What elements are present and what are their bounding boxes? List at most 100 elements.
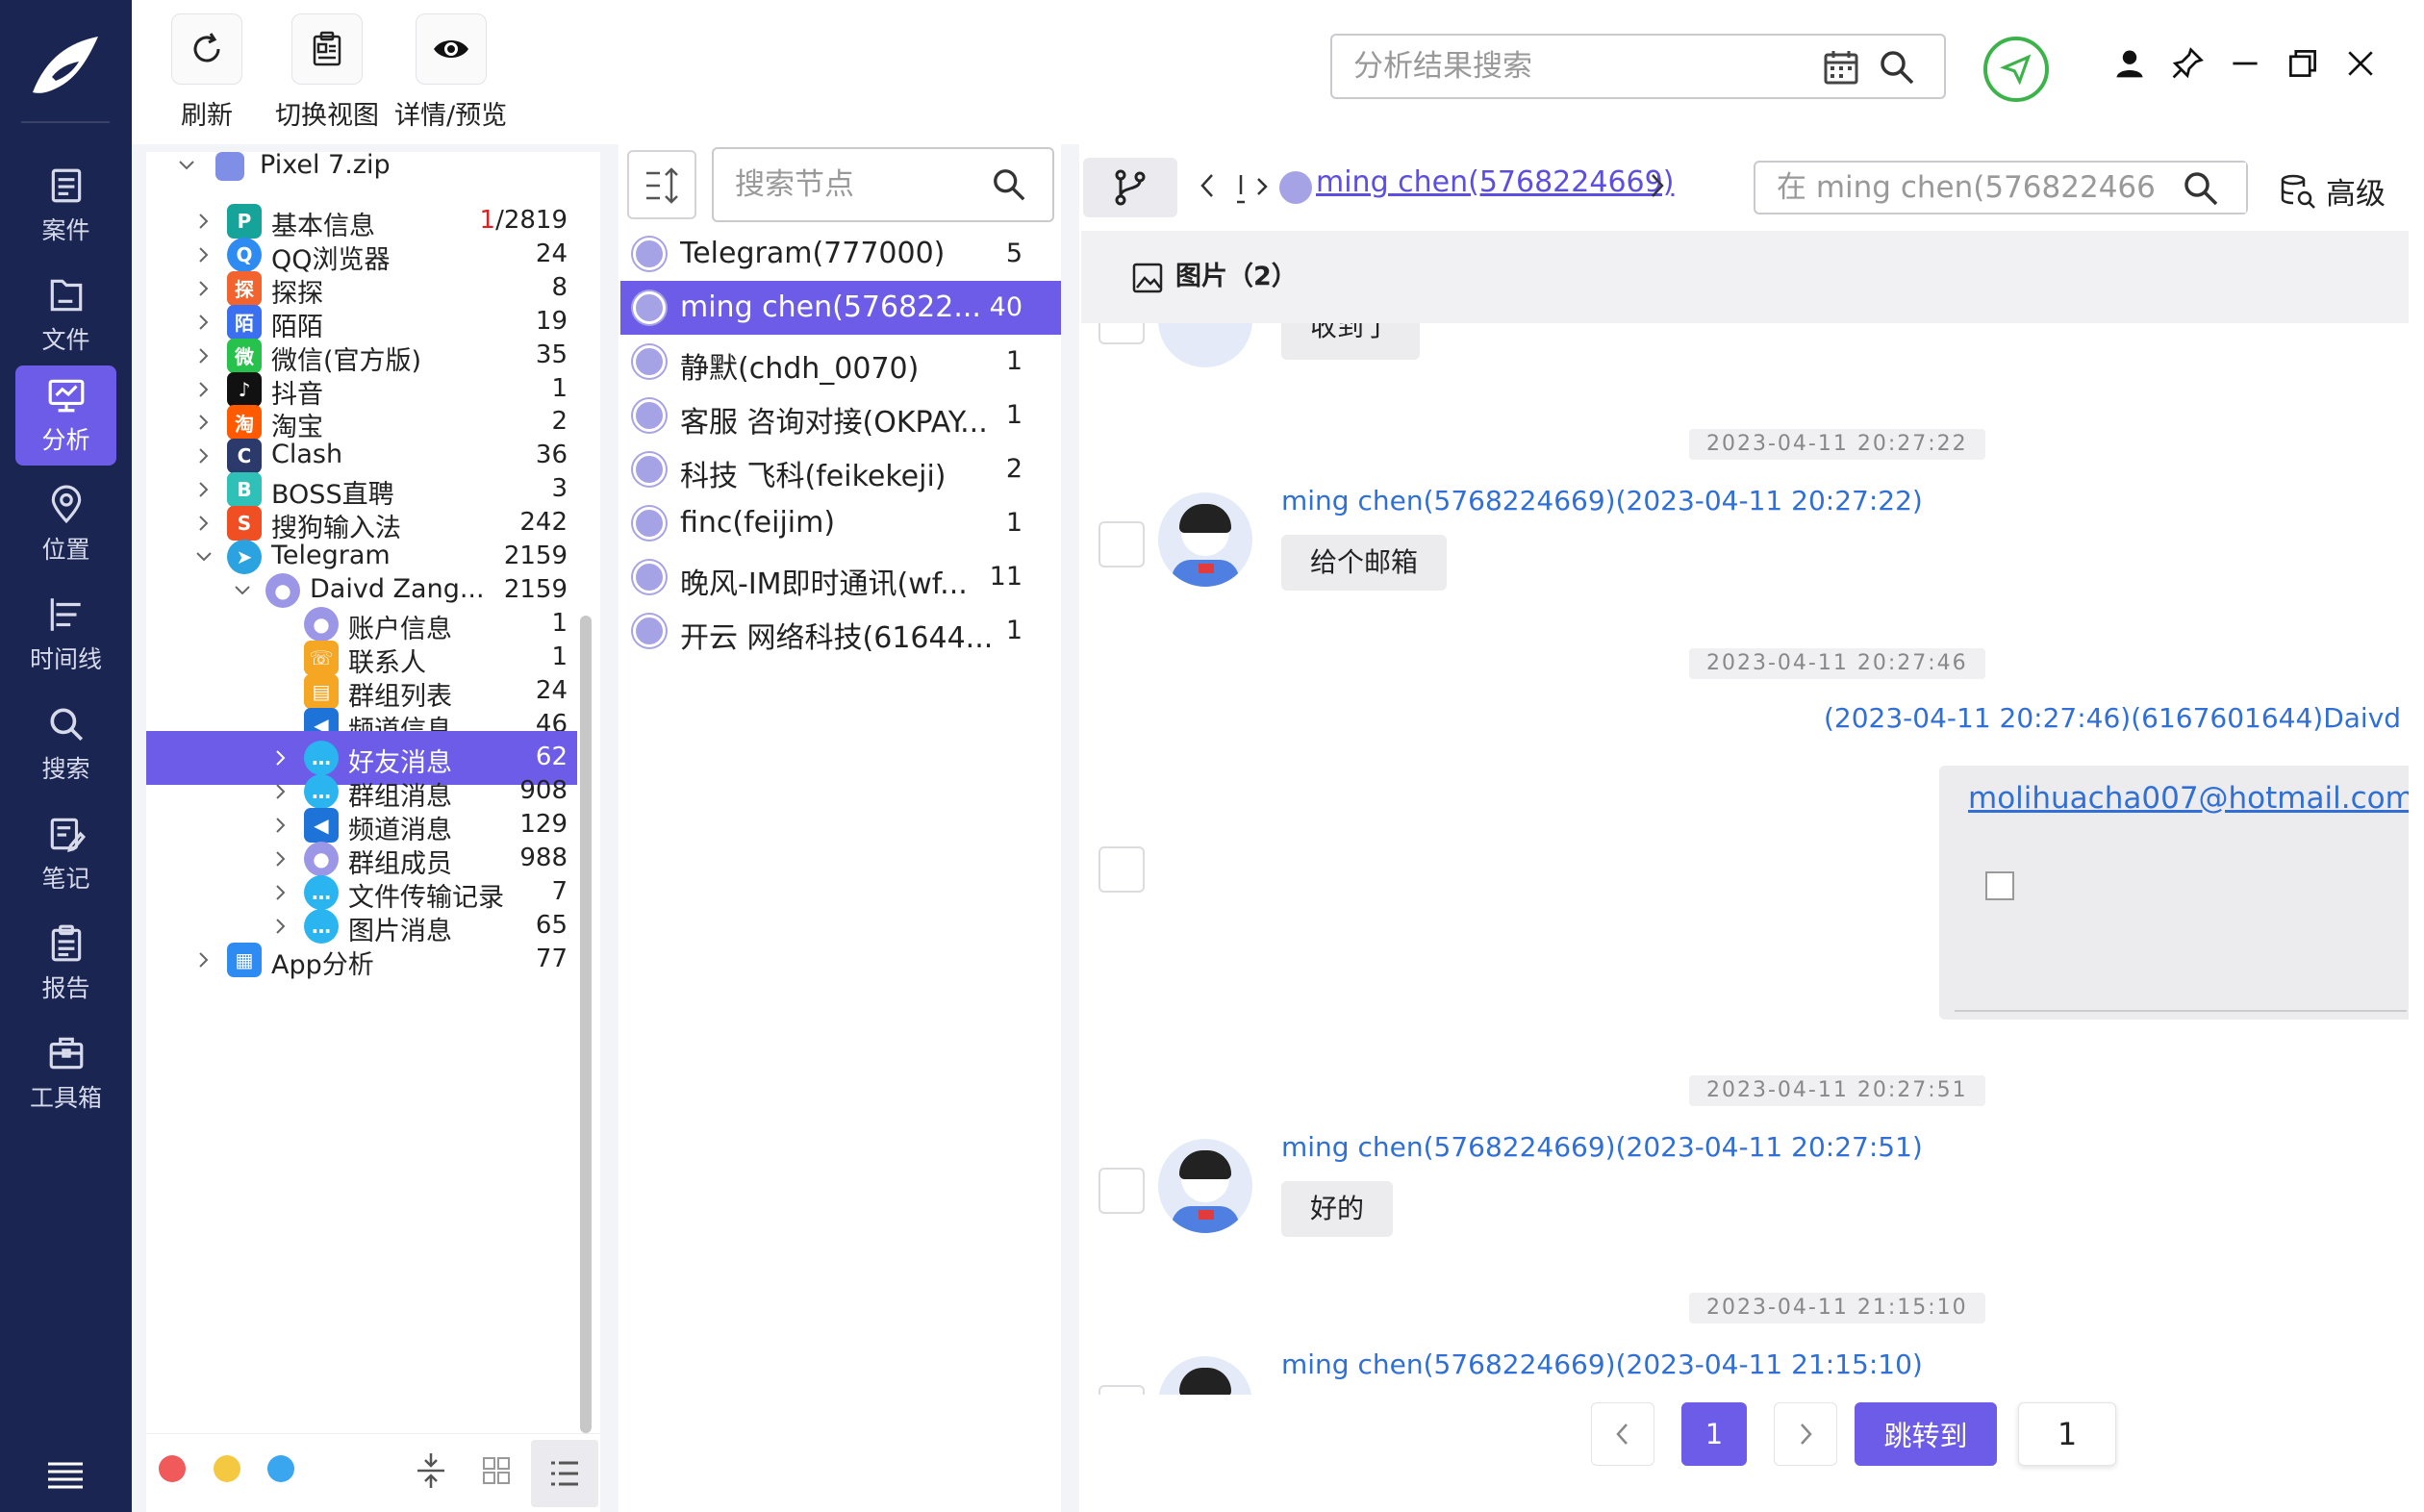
message-sender: ming chen(5768224669)(2023-04-11 20:27:5… <box>1281 1131 1923 1163</box>
yellow-filter-dot[interactable] <box>214 1455 240 1482</box>
report-icon <box>51 924 81 962</box>
jump-page-input[interactable]: 1 <box>2018 1402 2116 1466</box>
refresh-button[interactable]: 刷新 <box>171 13 242 132</box>
contact-avatar-icon <box>633 615 666 647</box>
contact-name: 开云 网络科技(61644... <box>680 621 994 655</box>
contact-avatar-icon <box>1279 171 1312 204</box>
sort-icon <box>646 167 678 204</box>
contact-item[interactable]: finc(feijim) 1 <box>620 496 1061 550</box>
tree-item-label: App分析 <box>271 949 374 980</box>
shield-status-icon[interactable] <box>1983 37 2049 102</box>
contact-item[interactable]: 客服 咨询对接(OKPAY... 1 <box>620 389 1061 442</box>
message-checkbox[interactable] <box>1098 846 1145 893</box>
search-icon[interactable] <box>2182 169 2220 208</box>
pictures-tab-label: 图片（2） <box>1175 262 1298 291</box>
contact-name: 晚风-IM即时通讯(wf... <box>680 567 968 601</box>
toolbox-icon <box>49 1037 83 1070</box>
contact-message-count: 11 <box>989 562 1023 592</box>
contact-name: ming chen(576822... <box>680 290 981 324</box>
contact-name: finc(feijim) <box>680 506 836 540</box>
pictures-tab[interactable]: 图片（2） <box>1081 231 2409 323</box>
contact-avatar-icon <box>633 561 666 593</box>
avatar <box>1158 323 1252 367</box>
chevron-down-icon <box>179 161 194 170</box>
grid-view-icon[interactable] <box>481 1455 512 1486</box>
nav-item-timeline[interactable]: 时间线 <box>15 585 116 685</box>
message-checkbox[interactable] <box>1098 521 1145 567</box>
message-checkbox[interactable] <box>1098 323 1145 344</box>
blue-filter-dot[interactable] <box>267 1455 294 1482</box>
sort-button[interactable] <box>627 150 696 219</box>
contact-avatar-icon <box>633 399 666 432</box>
message-list: 收到了 2023-04-11 20:27:22 ming chen(576822… <box>1081 323 2409 1395</box>
tree-root[interactable]: Pixel 7.zip <box>146 139 577 192</box>
contact-name: 客服 咨询对接(OKPAY... <box>680 406 988 440</box>
jump-to-button[interactable]: 跳转到 <box>1855 1402 1997 1466</box>
message-sender: ming chen(5768224669)(2023-04-11 21:15:1… <box>1281 1348 1923 1380</box>
contact-item[interactable]: 静默(chdh_0070) 1 <box>620 335 1061 389</box>
collapse-icon[interactable] <box>414 1451 448 1490</box>
nav-item-note[interactable]: 笔记 <box>15 804 116 904</box>
nav-label: 工具箱 <box>29 1084 102 1112</box>
node-search-input[interactable]: 搜索节点 <box>712 147 1054 222</box>
pin-icon[interactable] <box>2170 46 2205 81</box>
timeline-icon <box>50 598 81 631</box>
prev-page-button[interactable] <box>1591 1402 1654 1466</box>
message-text: 给个邮箱 <box>1310 546 1419 578</box>
nav-item-file[interactable]: 文件 <box>15 265 116 365</box>
contact-item[interactable]: 开云 网络科技(61644... 1 <box>620 604 1061 658</box>
nav-item-toolbox[interactable]: 工具箱 <box>15 1023 116 1123</box>
nav-item-case[interactable]: 案件 <box>15 156 116 256</box>
close-icon[interactable] <box>2343 46 2378 81</box>
message-checkbox[interactable] <box>1098 1168 1145 1214</box>
tree-footer <box>146 1433 600 1512</box>
message-checkbox[interactable] <box>1098 1385 1145 1395</box>
contact-item[interactable]: 晚风-IM即时通讯(wf... 11 <box>620 550 1061 604</box>
email-link[interactable]: molihuacha007@hotmail.com <box>1968 781 2409 816</box>
breadcrumb-contact-link[interactable]: ming chen(5768224669) <box>1316 165 1674 199</box>
nav-label: 时间线 <box>29 645 102 673</box>
chevron-right-icon[interactable] <box>1647 171 1668 200</box>
tree-scrollbar[interactable] <box>580 616 592 1433</box>
contact-name: 科技 飞科(feikekeji) <box>680 460 947 493</box>
timestamp-divider: 2023-04-11 20:27:51 <box>1689 1075 1985 1106</box>
details-preview-label: 详情/预览 <box>394 101 508 131</box>
contact-message-count: 1 <box>1005 616 1023 645</box>
contact-item[interactable]: Telegram(777000) 5 <box>620 227 1061 281</box>
user-icon[interactable] <box>2112 46 2147 81</box>
nav-item-search[interactable]: 搜索 <box>15 694 116 794</box>
app-grid-icon: ▦ <box>227 942 262 977</box>
restore-icon[interactable] <box>2285 46 2320 81</box>
nav-item-report[interactable]: 报告 <box>15 914 116 1014</box>
list-view-icon <box>551 1461 578 1486</box>
tree-root-label: Pixel 7.zip <box>260 150 391 180</box>
chevron-left-icon[interactable] <box>1197 171 1218 200</box>
contact-item[interactable]: 科技 飞科(feikekeji) 2 <box>620 442 1061 496</box>
analysis-icon <box>48 379 84 413</box>
search-icon[interactable] <box>1878 48 1916 87</box>
message-text: 好的 <box>1310 1193 1365 1224</box>
tree-item[interactable]: ▦ App分析 77 <box>146 933 577 987</box>
message-bubble: 好的 <box>1281 1181 1394 1237</box>
page-number-button[interactable]: 1 <box>1681 1402 1747 1466</box>
next-page-button[interactable] <box>1774 1402 1837 1466</box>
nav-item-analysis[interactable]: 分析 <box>15 365 116 466</box>
chevron-right-icon[interactable] <box>194 950 214 970</box>
contact-message-count: 2 <box>1005 454 1023 484</box>
menu-icon[interactable] <box>46 1460 85 1489</box>
switch-view-button[interactable]: 切换视图 <box>275 13 379 132</box>
contact-avatar-icon <box>633 507 666 540</box>
breadcrumb-separator-icon <box>1237 175 1268 204</box>
calendar-icon[interactable] <box>1822 48 1860 87</box>
branch-button[interactable] <box>1083 158 1177 217</box>
red-filter-dot[interactable] <box>159 1455 186 1482</box>
nav-item-location[interactable]: 位置 <box>15 475 116 575</box>
contact-item[interactable]: ming chen(576822... 40 <box>620 281 1061 335</box>
list-view-button[interactable] <box>531 1440 598 1507</box>
node-search-placeholder: 搜索节点 <box>735 167 854 202</box>
minimize-icon[interactable] <box>2228 46 2262 81</box>
analysis-search-placeholder: 分析结果搜索 <box>1353 49 1532 84</box>
details-preview-button[interactable]: 详情/预览 <box>394 13 507 132</box>
avatar <box>1158 1139 1252 1233</box>
message-text: 收到了 <box>1310 323 1392 342</box>
